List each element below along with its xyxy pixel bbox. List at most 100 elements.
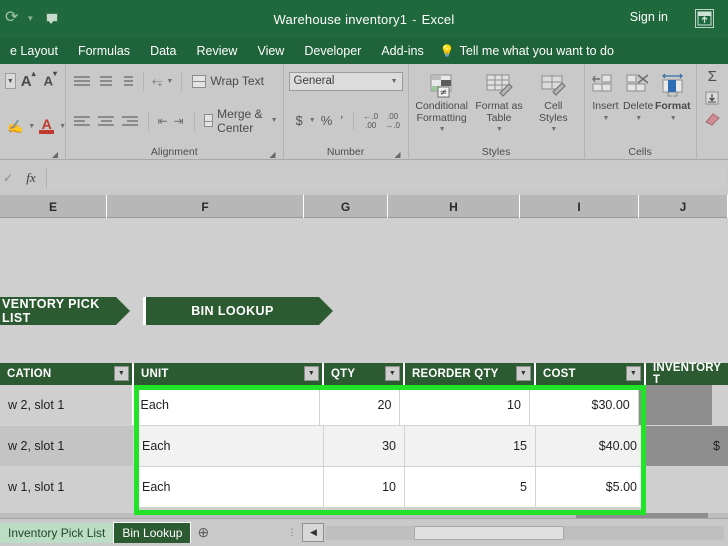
column-header-g[interactable]: G bbox=[304, 195, 388, 218]
scroll-left-icon[interactable]: ◀ bbox=[302, 523, 325, 542]
format-cells-button[interactable]: Format ▼ bbox=[655, 69, 691, 124]
filter-dropdown-icon[interactable]: ▼ bbox=[626, 366, 641, 381]
accounting-format-icon[interactable]: $ bbox=[293, 113, 306, 128]
chevron-down-icon[interactable]: ▼ bbox=[635, 113, 642, 125]
number-format-select[interactable]: General ▼ bbox=[288, 71, 403, 91]
sign-in-button[interactable]: Sign in bbox=[630, 10, 668, 24]
table-row[interactable]: w 2, slot 1 Each 20 10 $30.00 bbox=[0, 385, 728, 426]
increase-decimal-icon[interactable]: .00 →.0 bbox=[383, 112, 403, 130]
enter-check-icon[interactable]: ✓ bbox=[0, 171, 16, 185]
banner-tab-bin-lookup[interactable]: BIN LOOKUP bbox=[143, 297, 333, 325]
clear-eraser-icon[interactable] bbox=[700, 108, 725, 129]
horizontal-scrollbar-thumb[interactable] bbox=[414, 525, 565, 540]
fill-down-icon[interactable] bbox=[700, 87, 725, 108]
chevron-down-icon[interactable]: ▼ bbox=[28, 123, 35, 130]
align-top-icon[interactable] bbox=[71, 75, 93, 87]
align-center-icon[interactable] bbox=[95, 115, 117, 127]
cell-cost[interactable]: $5.00 bbox=[536, 467, 646, 508]
autosum-icon[interactable]: Σ bbox=[700, 66, 725, 87]
cell-inventory-value[interactable]: $ bbox=[646, 426, 728, 467]
decrease-decimal-icon[interactable]: ←.0 .00 bbox=[361, 112, 381, 130]
fill-color-icon[interactable]: ✍ bbox=[5, 119, 25, 135]
ribbon-tab-review[interactable]: Review bbox=[186, 44, 247, 58]
percent-style-icon[interactable]: % bbox=[318, 113, 336, 128]
add-sheet-icon[interactable]: ⊕ bbox=[191, 524, 215, 541]
font-size-dropdown-icon[interactable]: ▼ bbox=[5, 73, 16, 89]
filter-dropdown-icon[interactable]: ▼ bbox=[114, 366, 129, 381]
table-header-qty[interactable]: QTY ▼ bbox=[324, 363, 405, 385]
chevron-down-icon[interactable]: ▼ bbox=[496, 124, 503, 136]
font-color-button[interactable]: A bbox=[37, 117, 56, 134]
ribbon-tab-developer[interactable]: Developer bbox=[294, 44, 371, 58]
ribbon-tab-page-layout[interactable]: e Layout bbox=[0, 44, 68, 58]
delete-cells-button[interactable]: Delete ▼ bbox=[621, 69, 655, 124]
ribbon-tab-formulas[interactable]: Formulas bbox=[68, 44, 140, 58]
cell-qty[interactable]: 30 bbox=[324, 426, 405, 467]
cell-location[interactable]: w 2, slot 1 bbox=[0, 385, 133, 426]
chevron-down-icon[interactable]: ▼ bbox=[602, 113, 609, 125]
table-header-inventory-value[interactable]: INVENTORY T bbox=[646, 362, 728, 386]
cell-reorder-qty[interactable]: 5 bbox=[405, 467, 536, 508]
cell-cost[interactable]: $40.00 bbox=[536, 426, 646, 467]
align-bottom-icon[interactable] bbox=[117, 75, 136, 87]
column-header-i[interactable]: I bbox=[520, 195, 639, 218]
align-right-icon[interactable] bbox=[119, 115, 141, 127]
alignment-dialog-launcher-icon[interactable]: ◢ bbox=[269, 150, 275, 159]
filter-dropdown-icon[interactable]: ▼ bbox=[385, 366, 400, 381]
table-header-unit[interactable]: UNIT ▼ bbox=[134, 363, 324, 385]
table-header-reorder-qty[interactable]: REORDER QTY ▼ bbox=[405, 363, 536, 385]
tell-me-search[interactable]: 💡 Tell me what you want to do bbox=[434, 44, 614, 58]
column-header-j[interactable]: J bbox=[639, 195, 728, 218]
formula-input[interactable] bbox=[46, 167, 726, 188]
ribbon-tab-view[interactable]: View bbox=[247, 44, 294, 58]
filter-dropdown-icon[interactable]: ▼ bbox=[516, 366, 531, 381]
table-header-cost[interactable]: COST ▼ bbox=[536, 363, 646, 385]
cell-location[interactable]: w 1, slot 1 bbox=[0, 467, 134, 508]
cell-cost[interactable]: $30.00 bbox=[529, 385, 639, 426]
ribbon-tab-data[interactable]: Data bbox=[140, 44, 186, 58]
align-middle-icon[interactable] bbox=[95, 75, 115, 87]
conditional-formatting-button[interactable]: ≠ Conditional Formatting ▼ bbox=[414, 69, 470, 136]
column-header-e[interactable]: E bbox=[0, 195, 107, 218]
chevron-down-icon[interactable]: ▼ bbox=[550, 124, 557, 136]
filter-dropdown-icon[interactable]: ▼ bbox=[304, 366, 319, 381]
cell-unit[interactable]: Each bbox=[134, 467, 324, 508]
number-dialog-launcher-icon[interactable]: ◢ bbox=[394, 150, 400, 159]
cell-reorder-qty[interactable]: 10 bbox=[400, 385, 530, 426]
chevron-down-icon[interactable]: ▼ bbox=[271, 117, 278, 124]
wrap-text-button[interactable]: Wrap Text bbox=[190, 73, 266, 89]
merge-and-center-button[interactable]: Merge & Center bbox=[202, 106, 267, 136]
cell-unit[interactable]: Each bbox=[132, 385, 321, 426]
table-row[interactable]: w 1, slot 1 Each 10 5 $5.00 bbox=[0, 467, 728, 508]
table-row[interactable]: w 2, slot 1 Each 30 15 $40.00 $ bbox=[0, 426, 728, 467]
banner-tab-inventory-pick-list[interactable]: VENTORY PICK LIST bbox=[0, 297, 130, 325]
cell-inventory-value[interactable] bbox=[646, 467, 728, 508]
insert-cells-button[interactable]: Insert ▼ bbox=[590, 69, 622, 124]
increase-font-size-button[interactable]: A▴ bbox=[18, 69, 39, 90]
cell-unit[interactable]: Each bbox=[134, 426, 324, 467]
sheet-tab-inventory-pick-list[interactable]: Inventory Pick List bbox=[0, 522, 114, 543]
chevron-down-icon[interactable]: ▼ bbox=[439, 124, 446, 136]
tab-split-handle-icon[interactable]: ⋮ bbox=[287, 528, 298, 537]
ribbon-tab-addins[interactable]: Add-ins bbox=[371, 44, 433, 58]
cell-inventory-value[interactable] bbox=[638, 385, 712, 426]
font-dialog-launcher-icon[interactable]: ◢ bbox=[52, 150, 58, 159]
cell-reorder-qty[interactable]: 15 bbox=[405, 426, 536, 467]
sheet-tab-bin-lookup[interactable]: Bin Lookup bbox=[113, 522, 192, 543]
chevron-down-icon[interactable]: ▼ bbox=[309, 117, 316, 124]
cell-location[interactable]: w 2, slot 1 bbox=[0, 426, 134, 467]
comma-style-icon[interactable]: ’ bbox=[337, 113, 346, 128]
horizontal-scrollbar-track[interactable] bbox=[326, 525, 724, 540]
chevron-down-icon[interactable]: ▼ bbox=[166, 78, 173, 85]
insert-function-button[interactable]: fx bbox=[16, 170, 46, 186]
column-header-f[interactable]: F bbox=[107, 195, 304, 218]
decrease-font-size-button[interactable]: A▾ bbox=[41, 69, 60, 88]
column-header-h[interactable]: H bbox=[388, 195, 520, 218]
increase-indent-icon[interactable]: ⇥ bbox=[172, 114, 186, 128]
cell-styles-button[interactable]: Cell Styles ▼ bbox=[528, 69, 578, 136]
decrease-indent-icon[interactable]: ⇤ bbox=[156, 114, 170, 128]
ribbon-display-options-icon[interactable] bbox=[695, 9, 714, 28]
format-as-table-button[interactable]: Format as Table ▼ bbox=[474, 69, 524, 136]
table-header-location[interactable]: CATION ▼ bbox=[0, 363, 134, 385]
text-orientation-icon[interactable]: ⥆ bbox=[151, 73, 163, 89]
